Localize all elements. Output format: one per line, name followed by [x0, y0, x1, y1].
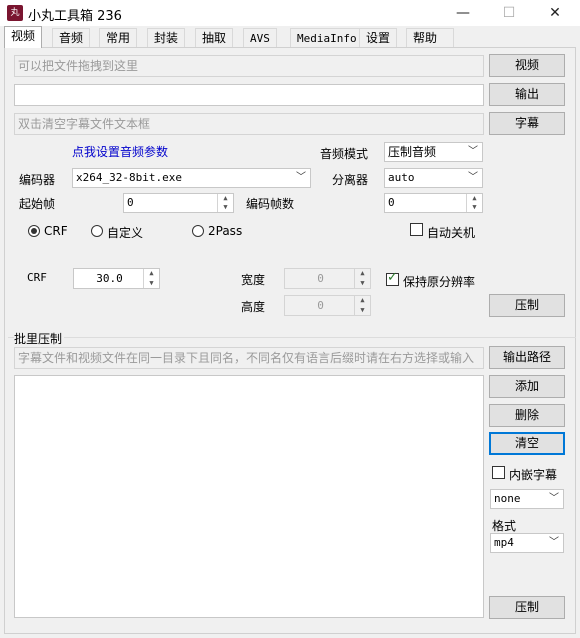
crf-radio-label: CRF [44, 224, 68, 238]
crf-label: CRF [27, 271, 47, 284]
tab-extract[interactable]: 抽取 [195, 28, 234, 47]
tab-settings[interactable]: 设置 [359, 28, 398, 47]
batch-file-list[interactable] [14, 375, 484, 618]
spinner-arrows-icon[interactable]: ▲ ▼ [354, 296, 370, 315]
format-label: 格式 [492, 519, 517, 533]
encoder-label: 编码器 [19, 173, 56, 187]
start-frame-value: 0 [127, 196, 134, 209]
tab-mediainfo[interactable]: MediaInfo [290, 28, 364, 47]
audio-mode-value: 压制音频 [388, 145, 437, 159]
width-spinner[interactable]: 0 ▲ ▼ [284, 268, 371, 289]
keep-resolution-checkbox[interactable]: ✓ [386, 270, 399, 286]
custom-radio-label: 自定义 [107, 226, 144, 240]
spinner-arrows-icon[interactable]: ▲ ▼ [143, 269, 159, 288]
audio-mode-select[interactable]: 压制音频 ﹀ [384, 142, 483, 162]
width-value: 0 [317, 272, 324, 285]
height-label: 高度 [241, 300, 266, 314]
encode-button[interactable]: 压制 [489, 294, 565, 317]
audio-mode-label: 音频模式 [320, 147, 369, 161]
chevron-down-icon: ﹀ [468, 146, 478, 157]
tab-help[interactable]: 帮助 [406, 28, 454, 47]
demuxer-select[interactable]: auto ﹀ [384, 168, 483, 188]
output-button[interactable]: 输出 [489, 83, 565, 106]
start-frame-spinner[interactable]: 0 ▲ ▼ [123, 193, 234, 213]
demuxer-label: 分离器 [332, 173, 369, 187]
subtitle-button[interactable]: 字幕 [489, 112, 565, 135]
spinner-arrows-icon[interactable]: ▲ ▼ [217, 194, 233, 212]
chevron-down-icon: ﹀ [549, 537, 559, 548]
tab-common[interactable]: 常用 [99, 28, 138, 47]
subtitle-language-select[interactable]: none ﹀ [490, 489, 564, 509]
tab-video[interactable]: 视频 [4, 26, 43, 48]
format-value: mp4 [494, 536, 514, 549]
demuxer-value: auto [388, 171, 415, 184]
subtitle-file-input[interactable]: 双击清空字幕文件文本框 [14, 113, 484, 135]
maximize-button[interactable]: ☐ [486, 0, 532, 26]
video-button[interactable]: 视频 [489, 54, 565, 77]
chevron-down-icon: ﹀ [468, 172, 478, 183]
auto-shutdown-label: 自动关机 [427, 226, 476, 240]
delete-button[interactable]: 删除 [489, 404, 565, 427]
frame-count-label: 编码帧数 [246, 197, 295, 211]
window-title: 小丸工具箱 236 [28, 9, 122, 24]
height-spinner[interactable]: 0 ▲ ▼ [284, 295, 371, 316]
frame-count-value: 0 [388, 196, 395, 209]
spinner-arrows-icon[interactable]: ▲ ▼ [354, 269, 370, 288]
video-file-input[interactable]: 可以把文件拖拽到这里 [14, 55, 484, 77]
output-path-button[interactable]: 输出路径 [489, 346, 565, 369]
checkmark-icon: ✓ [387, 270, 398, 285]
2pass-radio[interactable] [192, 225, 204, 237]
app-icon: 丸 [7, 5, 23, 21]
tab-audio[interactable]: 音频 [52, 28, 91, 47]
encoder-select[interactable]: x264_32-8bit.exe ﹀ [72, 168, 311, 188]
2pass-radio-label: 2Pass [208, 224, 243, 238]
start-frame-label: 起始帧 [19, 197, 56, 211]
audio-params-link[interactable]: 点我设置音频参数 [72, 143, 168, 160]
clear-button[interactable]: 清空 [489, 432, 565, 455]
auto-shutdown-checkbox[interactable] [410, 223, 423, 236]
embed-subtitle-label: 内嵌字幕 [509, 468, 558, 482]
chevron-down-icon: ﹀ [296, 172, 306, 183]
crf-spinner[interactable]: 30.0 ▲ ▼ [73, 268, 160, 289]
add-button[interactable]: 添加 [489, 375, 565, 398]
crf-radio[interactable] [28, 225, 40, 237]
subtitle-language-value: none [494, 492, 521, 505]
keep-resolution-label: 保持原分辨率 [403, 275, 476, 289]
width-label: 宽度 [241, 273, 266, 287]
frame-count-spinner[interactable]: 0 ▲ ▼ [384, 193, 483, 213]
height-value: 0 [317, 299, 324, 312]
output-file-input[interactable] [14, 84, 484, 106]
format-select[interactable]: mp4 ﹀ [490, 533, 564, 553]
custom-radio[interactable] [91, 225, 103, 237]
crf-value: 30.0 [96, 272, 123, 285]
batch-encode-button[interactable]: 压制 [489, 596, 565, 619]
batch-group-divider [8, 337, 576, 338]
batch-group-label: 批里压制 [14, 330, 65, 347]
spinner-arrows-icon[interactable]: ▲ ▼ [466, 194, 482, 212]
minimize-button[interactable]: — [440, 0, 486, 26]
chevron-down-icon: ﹀ [549, 493, 559, 504]
batch-hint-input[interactable]: 字幕文件和视频文件在同一目录下且同名，不同名仅有语言后缀时请在右方选择或输入 [14, 347, 484, 369]
tab-avs[interactable]: AVS [243, 28, 277, 47]
embed-subtitle-checkbox[interactable] [492, 466, 505, 479]
tab-mux[interactable]: 封装 [147, 28, 186, 47]
close-button[interactable]: ✕ [532, 0, 578, 26]
encoder-value: x264_32-8bit.exe [76, 171, 182, 184]
